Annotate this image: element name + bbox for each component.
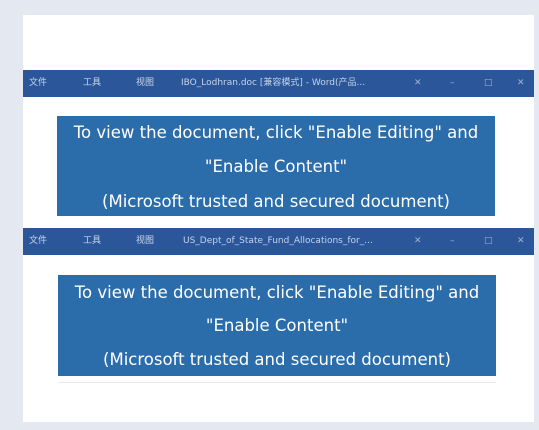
close-icon[interactable]: ✕ bbox=[517, 70, 525, 97]
maximize-icon[interactable]: □ bbox=[484, 228, 493, 255]
banner-line-1: To view the document, click "Enable Edit… bbox=[73, 123, 479, 142]
minimize-icon[interactable]: – bbox=[450, 70, 455, 97]
menu-file[interactable]: 文件 bbox=[29, 228, 47, 255]
minimize-icon[interactable]: – bbox=[450, 228, 455, 255]
close-icon[interactable]: ✕ bbox=[517, 228, 525, 255]
menu-tools[interactable]: 工具 bbox=[83, 228, 101, 255]
menu-view[interactable]: 视图 bbox=[136, 228, 154, 255]
banner-line-2: "Enable Content" bbox=[205, 316, 349, 335]
banner-line-1: To view the document, click "Enable Edit… bbox=[74, 283, 480, 302]
word-titlebar-1: 文件 工具 视图 IBO_Lodhran.doc [兼容模式] - Word(产… bbox=[23, 70, 534, 97]
pin-close-icon[interactable]: ✕ bbox=[414, 228, 422, 255]
enable-content-banner-1: To view the document, click "Enable Edit… bbox=[57, 116, 495, 216]
banner-divider bbox=[58, 382, 496, 383]
menu-tools[interactable]: 工具 bbox=[83, 70, 101, 97]
pin-close-icon[interactable]: ✕ bbox=[414, 70, 422, 97]
banner-line-3: (Microsoft trusted and secured document) bbox=[103, 350, 451, 369]
document-title: IBO_Lodhran.doc [兼容模式] - Word(产品... bbox=[181, 78, 366, 88]
menu-view[interactable]: 视图 bbox=[136, 70, 154, 97]
banner-line-3: (Microsoft trusted and secured document) bbox=[102, 192, 450, 211]
word-titlebar-2: 文件 工具 视图 US_Dept_of_State_Fund_Allocatio… bbox=[23, 228, 534, 255]
enable-content-banner-2: To view the document, click "Enable Edit… bbox=[58, 275, 496, 376]
menu-file[interactable]: 文件 bbox=[29, 70, 47, 97]
maximize-icon[interactable]: □ bbox=[484, 70, 493, 97]
banner-line-2: "Enable Content" bbox=[204, 157, 348, 176]
document-title: US_Dept_of_State_Fund_Allocations_for_..… bbox=[183, 236, 373, 246]
